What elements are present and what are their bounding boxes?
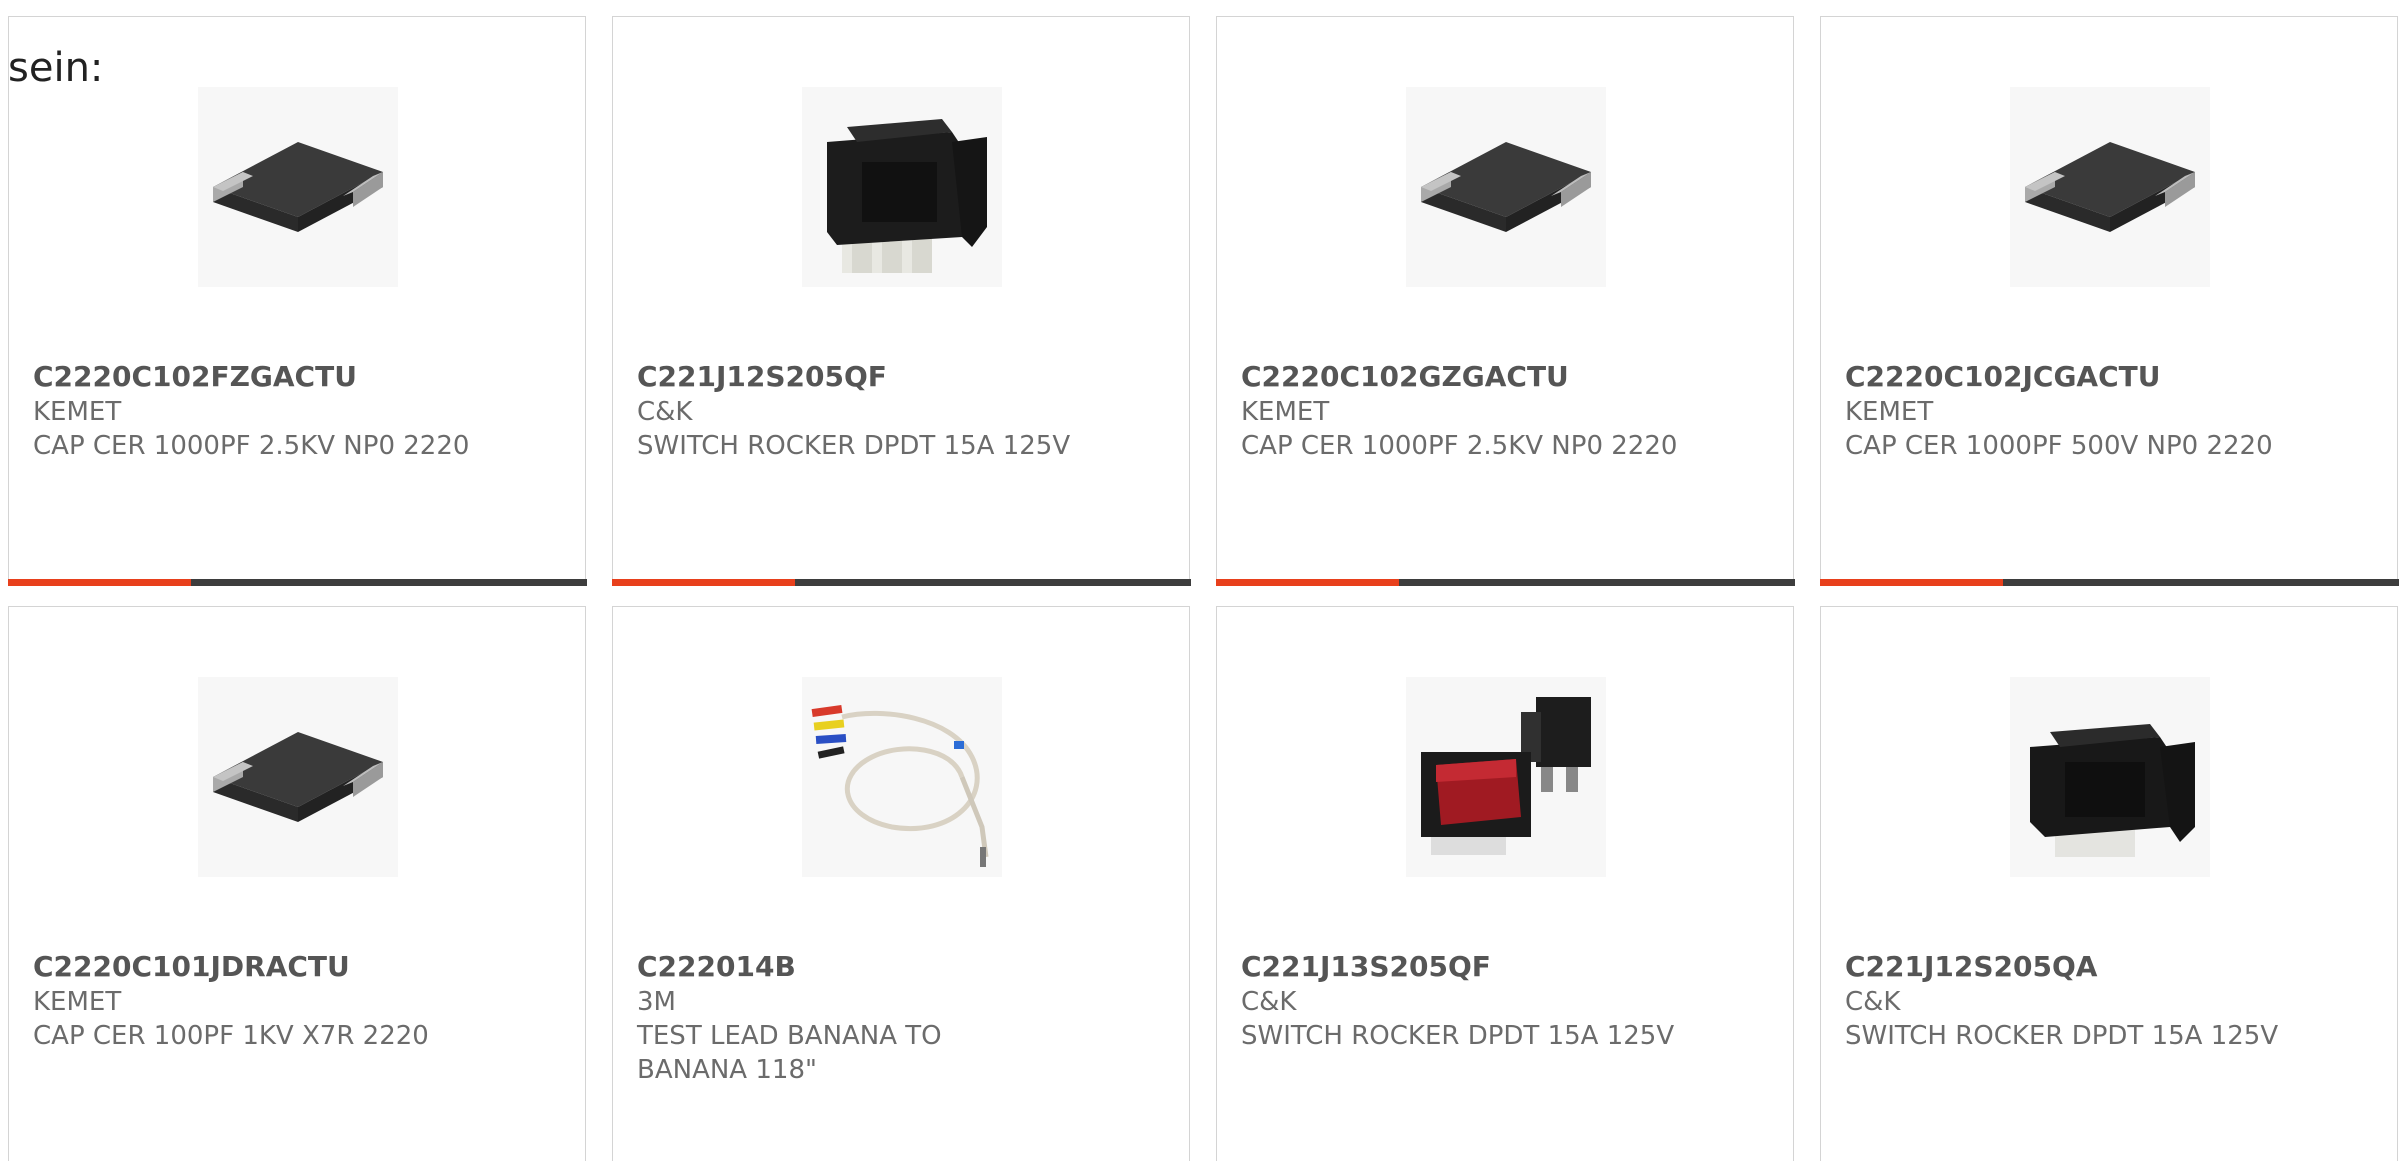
- product-card[interactable]: C221J12S205QF C&K SWITCH ROCKER DPDT 15A…: [611, 16, 1191, 586]
- brand-name: C&K: [637, 397, 693, 427]
- ceramic-capacitor-icon[interactable]: [1406, 87, 1606, 287]
- card-accent-bar: [7, 578, 191, 586]
- product-card[interactable]: C2220C102FZGACTU KEMET CAP CER 1000PF 2.…: [7, 16, 587, 586]
- brand-name: C&K: [1845, 987, 1901, 1017]
- prefix-text: sein:: [8, 45, 104, 91]
- product-info: C2220C102GZGACTU KEMET CAP CER 1000PF 2.…: [1241, 359, 1681, 463]
- part-number[interactable]: C2220C102FZGACTU: [33, 359, 473, 395]
- part-number[interactable]: C2220C101JDRACTU: [33, 949, 473, 985]
- product-info: C2220C102JCGACTU KEMET CAP CER 1000PF 50…: [1845, 359, 2285, 463]
- ceramic-capacitor-icon[interactable]: [2010, 87, 2210, 287]
- product-card[interactable]: C2220C102GZGACTU KEMET CAP CER 1000PF 2.…: [1215, 16, 1795, 586]
- product-row: C2220C101JDRACTU KEMET CAP CER 100PF 1KV…: [8, 606, 2400, 1161]
- brand-name: KEMET: [33, 397, 122, 427]
- product-description: CAP CER 100PF 1KV X7R 2220: [33, 1021, 429, 1051]
- product-card[interactable]: C2220C101JDRACTU KEMET CAP CER 100PF 1KV…: [8, 606, 586, 1161]
- part-number[interactable]: C222014B: [637, 949, 1077, 985]
- product-card[interactable]: C221J12S205QA C&K SWITCH ROCKER DPDT 15A…: [1820, 606, 2398, 1161]
- red-rocker-switch-icon[interactable]: [1406, 677, 1606, 877]
- card-bottom-bar: [7, 578, 587, 586]
- card-accent-bar: [1819, 578, 2003, 586]
- card-accent-bar: [1215, 578, 1399, 586]
- brand-name: KEMET: [1845, 397, 1934, 427]
- rocker-switch-icon[interactable]: [2010, 677, 2210, 877]
- card-accent-bar: [611, 578, 795, 586]
- part-number[interactable]: C2220C102JCGACTU: [1845, 359, 2285, 395]
- product-description: SWITCH ROCKER DPDT 15A 125V: [1845, 1021, 2279, 1051]
- rocker-switch-icon[interactable]: [802, 87, 1002, 287]
- product-row: C2220C102FZGACTU KEMET CAP CER 1000PF 2.…: [7, 16, 2400, 586]
- test-lead-icon[interactable]: [802, 677, 1002, 877]
- product-info: C221J12S205QA C&K SWITCH ROCKER DPDT 15A…: [1845, 949, 2285, 1053]
- card-bottom-bar: [1215, 578, 1795, 586]
- ceramic-capacitor-icon[interactable]: [198, 87, 398, 287]
- part-number[interactable]: C221J13S205QF: [1241, 949, 1681, 985]
- brand-name: C&K: [1241, 987, 1297, 1017]
- brand-name: KEMET: [1241, 397, 1330, 427]
- product-card[interactable]: C221J13S205QF C&K SWITCH ROCKER DPDT 15A…: [1216, 606, 1794, 1161]
- product-info: C222014B 3M TEST LEAD BANANA TO BANANA 1…: [637, 949, 1077, 1087]
- ceramic-capacitor-icon[interactable]: [198, 677, 398, 877]
- brand-name: KEMET: [33, 987, 122, 1017]
- product-description: CAP CER 1000PF 2.5KV NP0 2220: [33, 431, 470, 461]
- product-description: TEST LEAD BANANA TO BANANA 118": [637, 1021, 942, 1085]
- product-description: CAP CER 1000PF 500V NP0 2220: [1845, 431, 2273, 461]
- card-bottom-bar: [1819, 578, 2399, 586]
- product-card[interactable]: C2220C102JCGACTU KEMET CAP CER 1000PF 50…: [1819, 16, 2399, 586]
- product-info: C221J13S205QF C&K SWITCH ROCKER DPDT 15A…: [1241, 949, 1681, 1053]
- product-info: C2220C102FZGACTU KEMET CAP CER 1000PF 2.…: [33, 359, 473, 463]
- brand-name: 3M: [637, 987, 676, 1017]
- part-number[interactable]: C221J12S205QF: [637, 359, 1077, 395]
- product-description: SWITCH ROCKER DPDT 15A 125V: [637, 431, 1071, 461]
- product-description: CAP CER 1000PF 2.5KV NP0 2220: [1241, 431, 1678, 461]
- product-description: SWITCH ROCKER DPDT 15A 125V: [1241, 1021, 1675, 1051]
- product-grid-page: C2220C102FZGACTU KEMET CAP CER 1000PF 2.…: [0, 0, 2400, 1161]
- part-number[interactable]: C2220C102GZGACTU: [1241, 359, 1681, 395]
- part-number[interactable]: C221J12S205QA: [1845, 949, 2285, 985]
- product-card[interactable]: C222014B 3M TEST LEAD BANANA TO BANANA 1…: [612, 606, 1190, 1161]
- product-info: C221J12S205QF C&K SWITCH ROCKER DPDT 15A…: [637, 359, 1077, 463]
- card-bottom-bar: [611, 578, 1191, 586]
- product-info: C2220C101JDRACTU KEMET CAP CER 100PF 1KV…: [33, 949, 473, 1053]
